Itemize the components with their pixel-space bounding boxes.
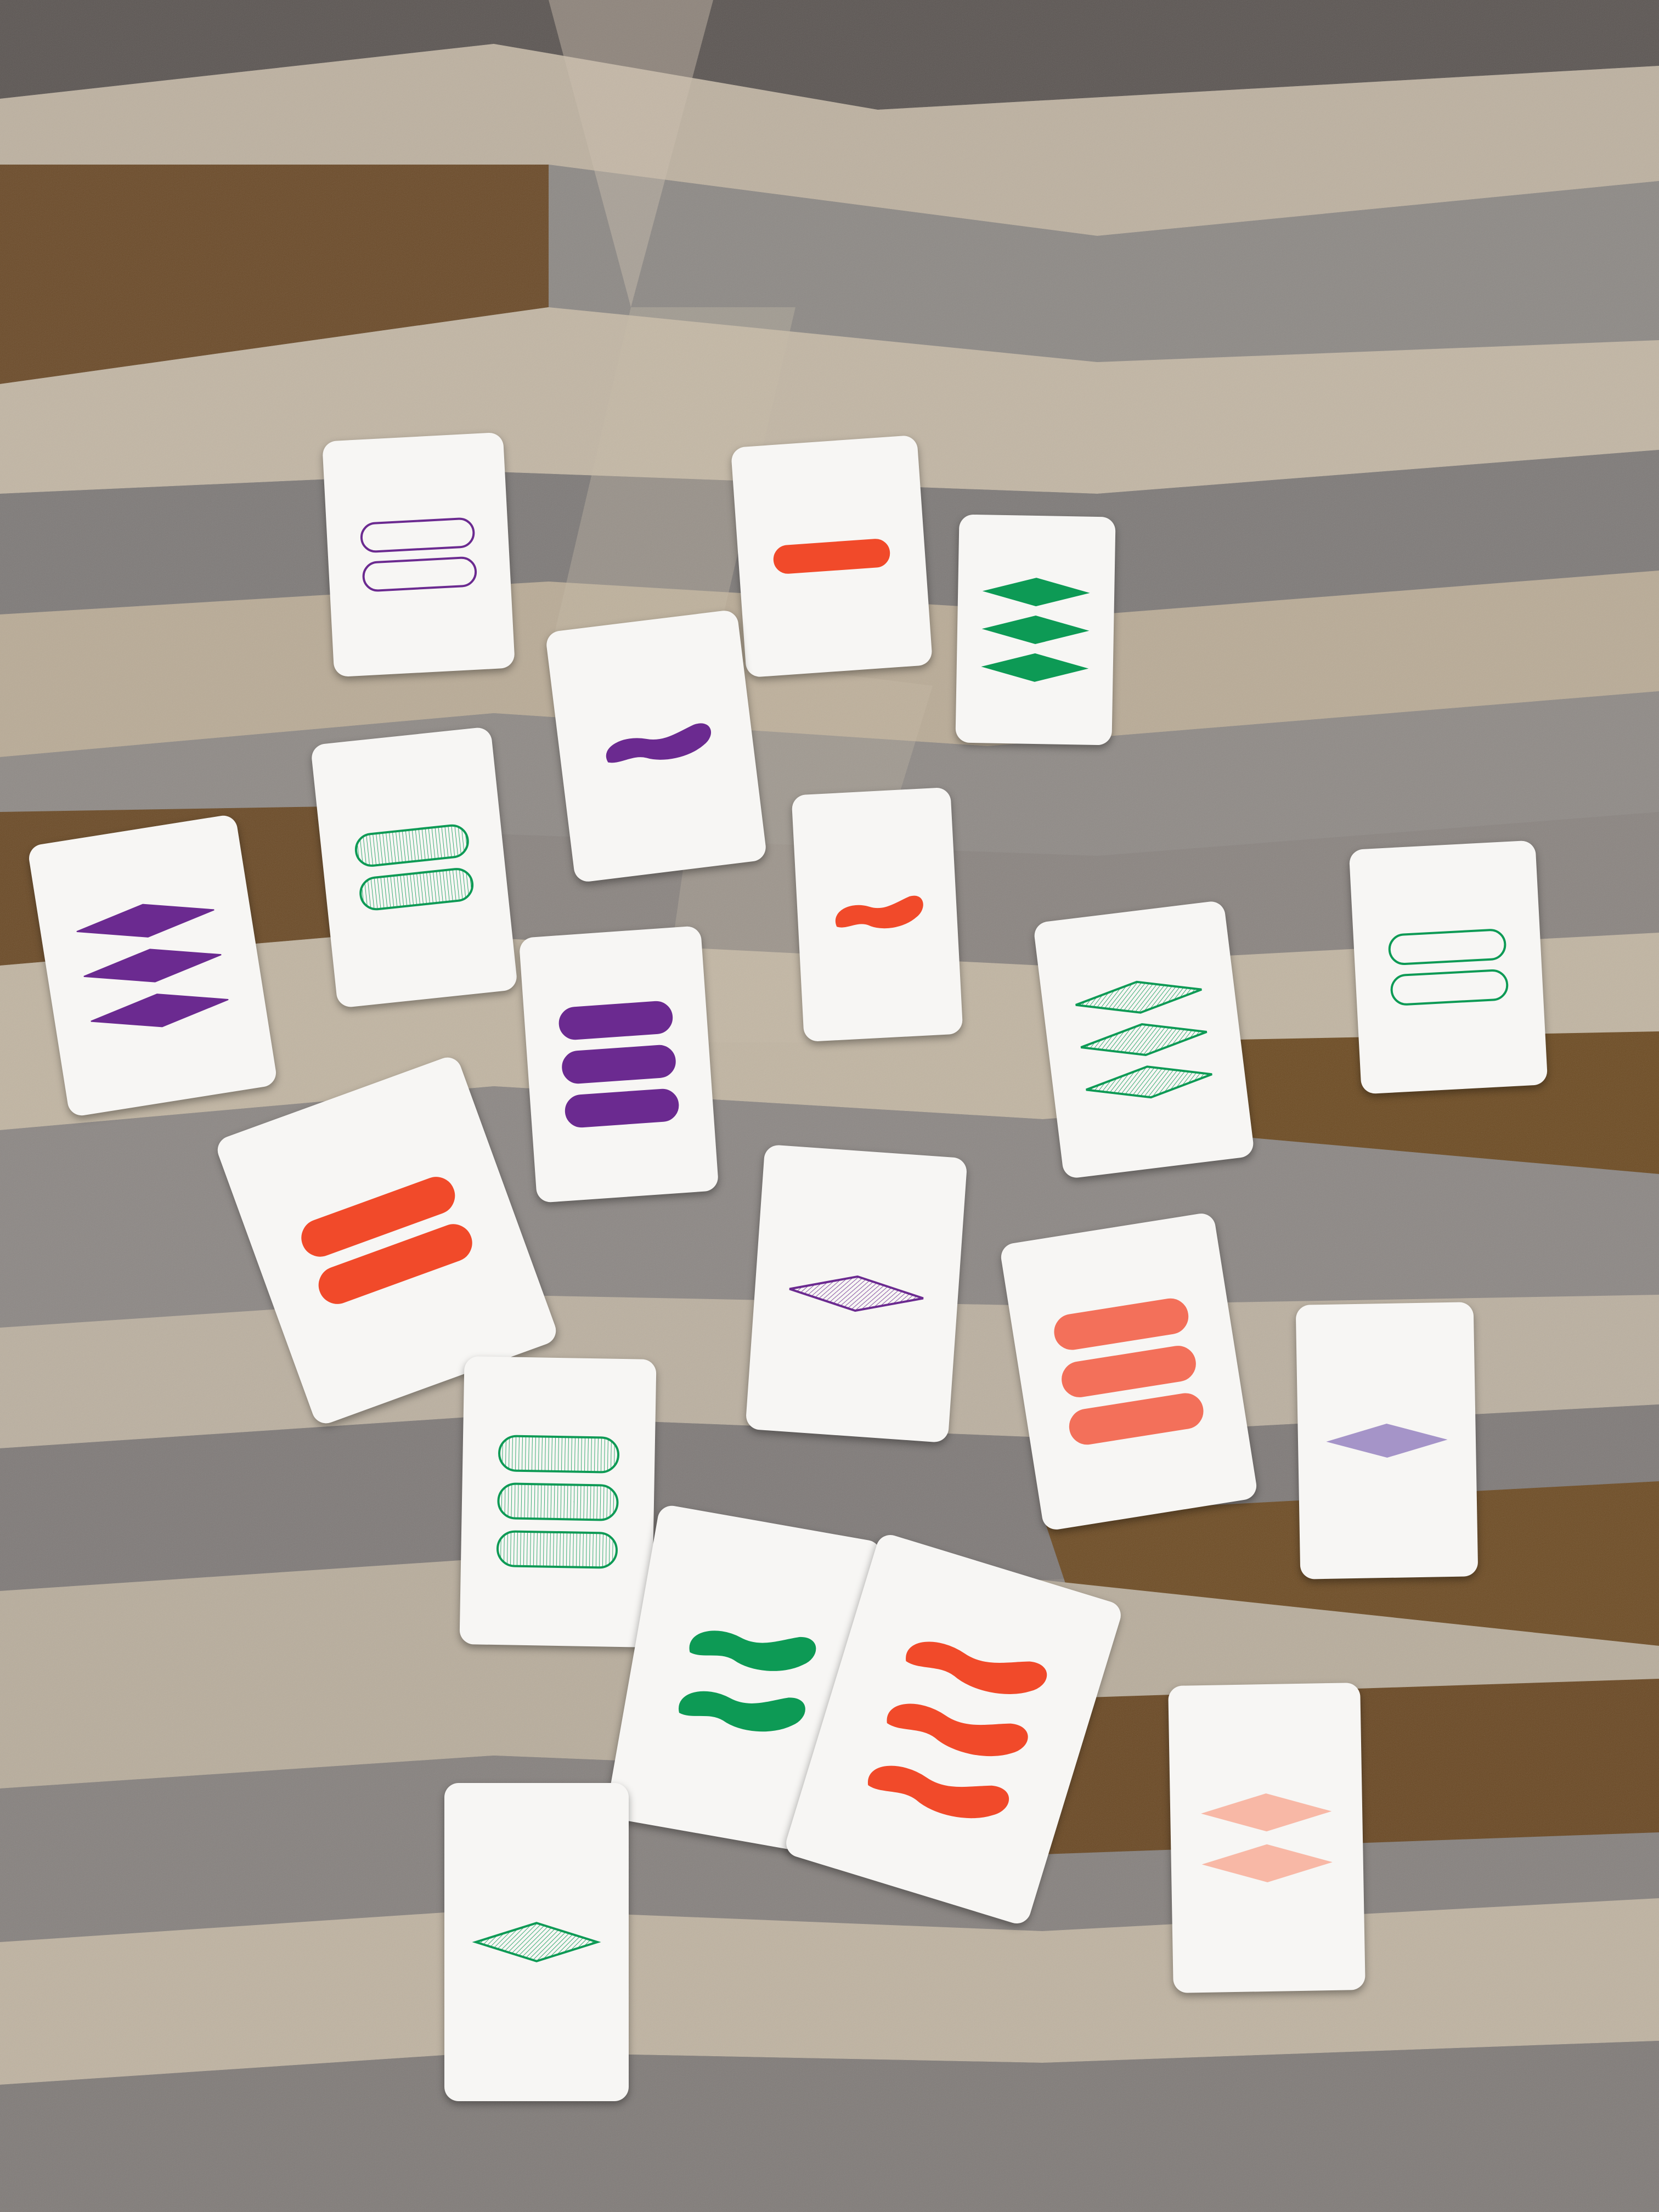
card-symbols: [558, 1001, 679, 1128]
diamond-symbol: [83, 949, 222, 983]
oval-symbol: [496, 1530, 618, 1569]
diamond-symbol: [981, 616, 1090, 644]
diamond-symbol: [1075, 980, 1202, 1014]
oval-symbol: [498, 1435, 619, 1474]
card-symbols: [981, 578, 1090, 682]
diamond-symbol: [982, 578, 1090, 607]
set-card-1-lavender-solid-diamond[interactable]: [1295, 1302, 1479, 1579]
diamond-symbol: [472, 1922, 601, 1962]
diamond-symbol: [1201, 1844, 1333, 1882]
card-symbols: [1075, 980, 1212, 1099]
diamond-symbol: [91, 994, 229, 1028]
squiggle-symbol: [689, 1630, 816, 1671]
diamond-symbol: [76, 904, 215, 938]
diamond-symbol: [789, 1275, 924, 1312]
card-symbols: [606, 723, 712, 763]
card-symbols: [496, 1435, 619, 1569]
set-card-2-peach-solid-diamond[interactable]: [1168, 1682, 1365, 1994]
card-symbols: [472, 1922, 601, 1962]
card-symbols: [354, 824, 474, 911]
set-card-1-red-solid-oval[interactable]: [730, 435, 933, 678]
oval-symbol: [359, 868, 474, 911]
diamond-symbol: [1201, 1793, 1332, 1832]
set-card-3-green-solid-diamond[interactable]: [955, 514, 1116, 746]
card-symbols: [1388, 929, 1509, 1006]
oval-symbol: [565, 1088, 679, 1128]
diamond-symbol: [1080, 1023, 1207, 1057]
card-symbols: [360, 517, 477, 592]
card-symbols: [773, 539, 890, 574]
oval-symbol: [362, 556, 477, 592]
carpet-background: [0, 0, 1659, 2212]
oval-symbol: [1388, 929, 1506, 965]
squiggle-symbol: [836, 895, 923, 929]
oval-symbol: [360, 517, 475, 553]
squiggle-symbol: [868, 1765, 1009, 1819]
set-card-2-green-open-oval[interactable]: [1348, 840, 1548, 1094]
set-card-3-purple-solid-oval[interactable]: [518, 926, 719, 1203]
set-card-1-purple-solid-squiggle[interactable]: [545, 609, 768, 883]
oval-symbol: [773, 539, 890, 574]
set-card-1-green-striped-diamond[interactable]: [444, 1783, 629, 2101]
diamond-symbol: [981, 653, 1089, 682]
oval-symbol: [558, 1001, 673, 1040]
card-symbols: [1326, 1423, 1448, 1458]
card-symbols: [76, 904, 229, 1028]
oval-symbol: [354, 824, 469, 867]
card-symbols: [789, 1275, 924, 1312]
carpet-texture: [0, 0, 1659, 2212]
card-symbols: [1201, 1793, 1333, 1882]
diamond-symbol: [1326, 1423, 1448, 1458]
oval-symbol: [1390, 969, 1509, 1006]
squiggle-symbol: [887, 1703, 1028, 1757]
set-card-3-green-striped-diamond[interactable]: [1032, 900, 1255, 1180]
set-card-3-purple-solid-diamond[interactable]: [27, 814, 278, 1118]
oval-symbol: [497, 1482, 619, 1521]
squiggle-symbol: [906, 1641, 1047, 1694]
oval-symbol: [562, 1045, 676, 1084]
card-symbols: [836, 895, 923, 929]
set-card-1-purple-striped-diamond[interactable]: [745, 1144, 968, 1443]
set-card-3-green-striped-oval[interactable]: [459, 1356, 657, 1648]
oval-symbol: [1054, 1298, 1189, 1350]
squiggle-symbol: [606, 723, 712, 763]
card-symbols: [1054, 1298, 1204, 1445]
set-card-3-salmon-solid-oval[interactable]: [999, 1211, 1259, 1532]
set-card-2-green-striped-oval[interactable]: [310, 726, 518, 1008]
set-card-2-purple-open-oval[interactable]: [321, 432, 516, 678]
set-card-1-red-solid-squiggle[interactable]: [791, 787, 963, 1042]
oval-symbol: [1062, 1346, 1196, 1397]
diamond-symbol: [1086, 1065, 1212, 1099]
oval-symbol: [1069, 1393, 1204, 1445]
squiggle-symbol: [679, 1691, 805, 1732]
